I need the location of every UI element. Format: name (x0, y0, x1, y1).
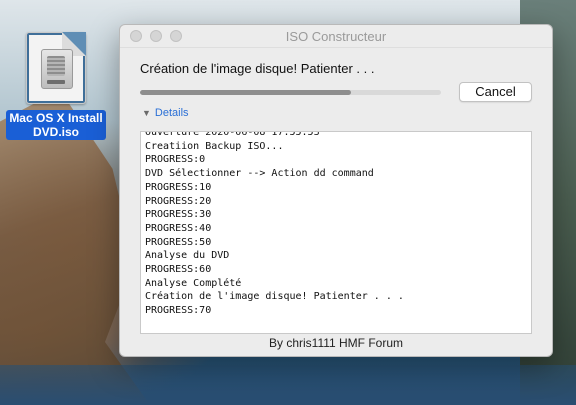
log-line: Création de l'image disque! Patienter . … (145, 291, 404, 303)
disk-image-icon (26, 32, 86, 104)
desktop-wallpaper-sea (0, 365, 576, 405)
log-line: Analyse Complété (145, 277, 242, 289)
cancel-button[interactable]: Cancel (459, 82, 532, 102)
details-label: Details (154, 107, 189, 119)
hard-drive-icon (41, 49, 73, 89)
log-line: PROGRESS:0 (145, 154, 206, 166)
log-line: Creatiion Backup ISO... (145, 140, 284, 152)
drive-base (47, 80, 65, 84)
footer-credit: By chris1111 HMF Forum (268, 336, 404, 350)
desktop-file-label-line1: Mac OS X Install (9, 111, 103, 125)
drive-grille (47, 56, 65, 76)
disclosure-triangle-icon: ▼ (142, 108, 151, 118)
log-line: PROGRESS:50 (145, 236, 212, 248)
progress-bar-fill (140, 90, 351, 95)
log-line: PROGRESS:70 (145, 305, 212, 317)
iso-constructeur-window: ISO Constructeur Création de l'image dis… (119, 24, 553, 357)
log-content: Ouverture 2020-06-08 17:55:53 Creatiion B… (145, 131, 527, 318)
desktop-file-label-line2: DVD.iso (32, 125, 79, 139)
log-line: Analyse du DVD (145, 250, 230, 262)
log-line: DVD Sélectionner --> Action dd command (145, 168, 374, 180)
status-text: Création de l'image disque! Patienter . … (140, 61, 375, 76)
desktop-file-label[interactable]: Mac OS X Install DVD.iso (6, 110, 106, 140)
window-title: ISO Constructeur (285, 29, 387, 44)
progress-bar (140, 90, 441, 95)
log-line: PROGRESS:20 (145, 195, 212, 207)
desktop-file-item[interactable]: Mac OS X Install DVD.iso (4, 30, 108, 141)
log-text-area[interactable]: Ouverture 2020-06-08 17:55:53 Creatiion B… (140, 131, 532, 334)
log-line: PROGRESS:40 (145, 222, 212, 234)
log-line: PROGRESS:10 (145, 181, 212, 193)
log-line: PROGRESS:30 (145, 209, 212, 221)
log-line: PROGRESS:60 (145, 264, 212, 276)
details-disclosure[interactable]: ▼ Details (142, 107, 189, 119)
window-titlebar[interactable]: ISO Constructeur (120, 25, 552, 48)
log-line: Ouverture 2020-06-08 17:55:53 (145, 131, 320, 138)
